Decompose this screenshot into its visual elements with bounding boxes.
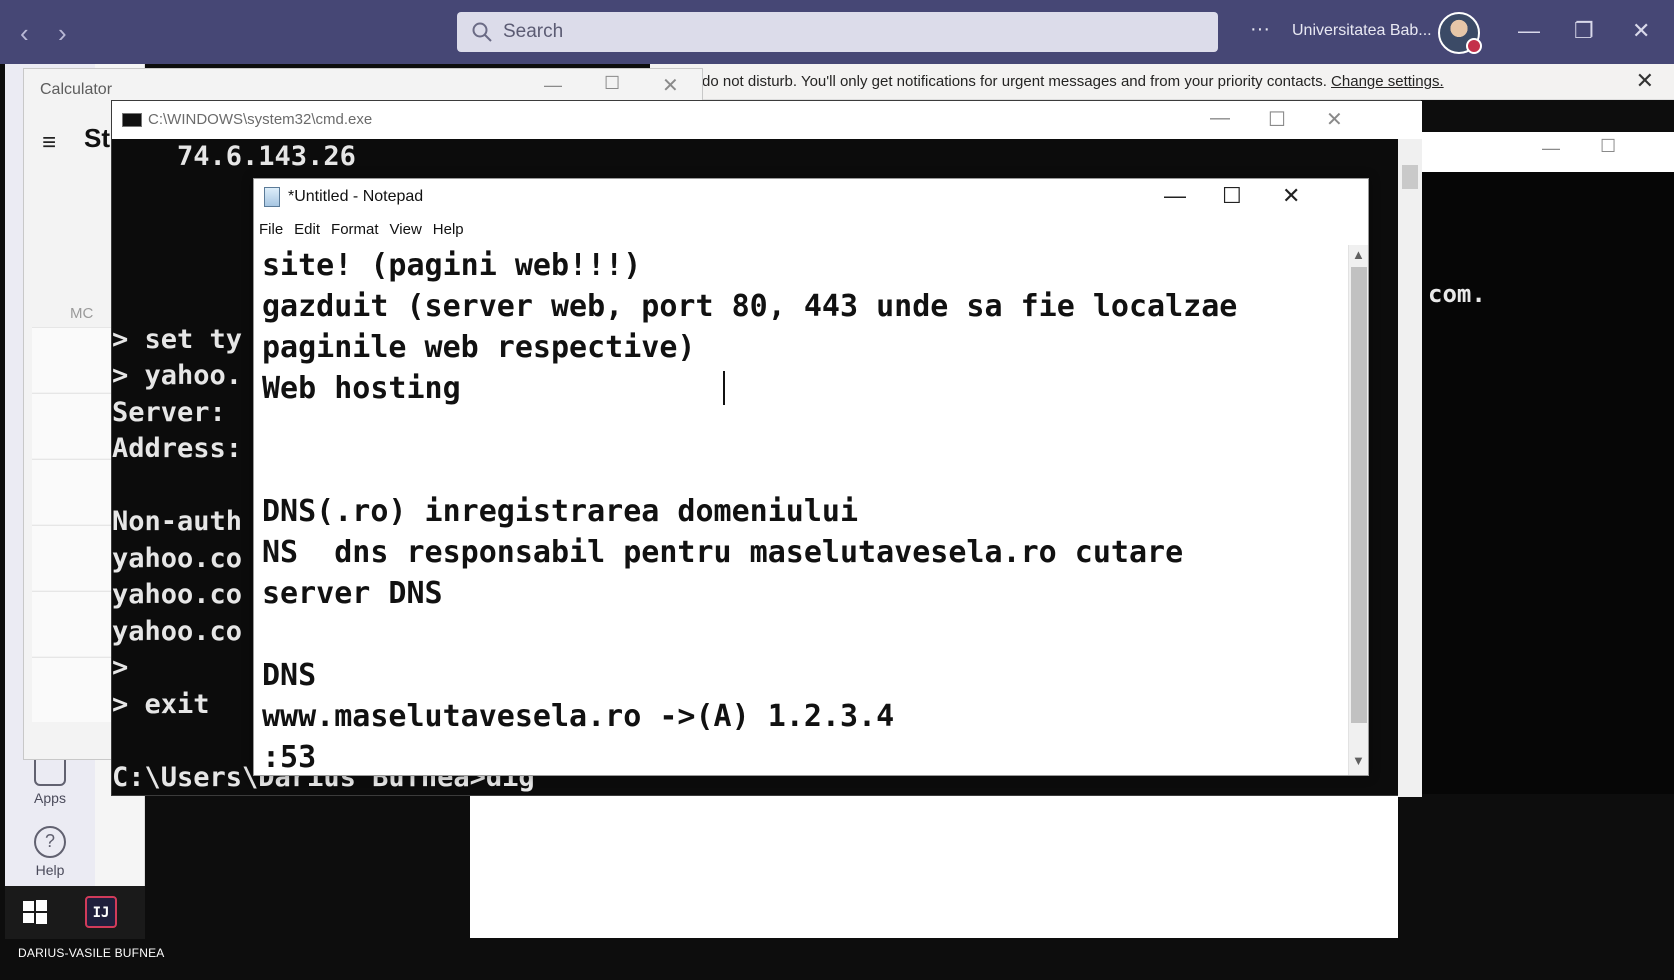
- help-icon: ?: [34, 826, 66, 858]
- maximize-icon[interactable]: ☐: [604, 73, 620, 94]
- menu-help[interactable]: Help: [428, 215, 470, 238]
- cmd-title: C:\WINDOWS\system32\cmd.exe: [148, 111, 373, 128]
- dnd-notification-banner: do not disturb. You'll only get notifica…: [650, 64, 1674, 100]
- search-icon: [472, 22, 492, 42]
- intellij-icon[interactable]: IJ: [85, 896, 117, 928]
- scroll-up-icon[interactable]: ▲: [1352, 247, 1365, 262]
- background-terminal: com. t t t: [1372, 132, 1674, 794]
- scrollbar-thumb[interactable]: [1402, 165, 1418, 189]
- more-options-icon[interactable]: ···: [1250, 18, 1270, 41]
- change-settings-link[interactable]: Change settings.: [1331, 73, 1444, 90]
- search-input[interactable]: Search: [457, 12, 1218, 52]
- search-placeholder: Search: [503, 21, 564, 42]
- maximize-icon[interactable]: ☐: [1600, 136, 1616, 157]
- rail-item-label: Apps: [34, 790, 66, 806]
- scrollbar-thumb[interactable]: [1351, 267, 1367, 723]
- rail-item-apps[interactable]: Apps: [5, 754, 95, 806]
- close-icon[interactable]: ✕: [1326, 107, 1343, 132]
- background-document: [470, 792, 1398, 938]
- menu-file[interactable]: File: [254, 215, 289, 238]
- cmd-icon: [122, 113, 142, 127]
- minimize-icon[interactable]: —: [1164, 183, 1186, 209]
- organization-name[interactable]: Universitatea Bab...: [1292, 22, 1432, 40]
- close-icon[interactable]: ✕: [662, 73, 679, 98]
- presence-dnd-icon: [1466, 38, 1482, 54]
- avatar[interactable]: [1438, 12, 1482, 54]
- rail-item-label: Help: [35, 862, 65, 878]
- menu-format[interactable]: Format: [326, 215, 385, 238]
- memory-clear-button[interactable]: MC: [70, 305, 93, 322]
- background-window-title: — ☐: [1420, 132, 1674, 172]
- close-icon[interactable]: ✕: [1632, 18, 1650, 44]
- windows-start-icon[interactable]: [23, 900, 47, 924]
- teams-title-bar: ‹ › Search ··· Universitatea Bab... — ❐ …: [0, 0, 1674, 64]
- notepad-title: *Untitled - Notepad: [288, 188, 424, 205]
- notepad-window: *Untitled - Notepad — ☐ ✕ File Edit Format…: [253, 178, 1369, 776]
- maximize-icon[interactable]: ☐: [1268, 107, 1286, 132]
- text-caret: [723, 371, 725, 405]
- menu-icon[interactable]: ≡: [42, 129, 56, 157]
- menu-edit[interactable]: Edit: [289, 215, 326, 238]
- terminal-fragment: com.: [1428, 280, 1486, 308]
- close-icon[interactable]: ✕: [1636, 68, 1654, 94]
- calculator-mode: St: [84, 123, 110, 153]
- calculator-title: Calculator: [40, 81, 113, 98]
- close-icon[interactable]: ✕: [1282, 183, 1300, 209]
- minimize-icon[interactable]: —: [1210, 107, 1230, 130]
- cmd-scrollbar[interactable]: [1398, 139, 1422, 797]
- forward-arrow-icon[interactable]: ›: [58, 18, 67, 49]
- back-arrow-icon[interactable]: ‹: [20, 18, 29, 49]
- minimize-icon[interactable]: —: [1518, 18, 1540, 44]
- notepad-icon: [264, 187, 280, 207]
- notepad-title-bar: *Untitled - Notepad — ☐ ✕: [254, 179, 1368, 215]
- scroll-down-icon[interactable]: ▼: [1352, 753, 1365, 768]
- dnd-message: do not disturb. You'll only get notifica…: [702, 73, 1327, 90]
- taskbar: IJ: [5, 886, 145, 939]
- presenter-name: DARIUS-VASILE BUFNEA: [18, 946, 165, 960]
- notepad-scrollbar[interactable]: ▲ ▼: [1348, 245, 1368, 775]
- notepad-menu-bar: File Edit Format View Help: [254, 215, 1368, 245]
- minimize-icon[interactable]: —: [544, 75, 562, 96]
- cmd-title-bar: C:\WINDOWS\system32\cmd.exe — ☐ ✕: [112, 101, 1422, 139]
- restore-icon[interactable]: ❐: [1574, 18, 1594, 44]
- minimize-icon[interactable]: —: [1542, 138, 1560, 159]
- maximize-icon[interactable]: ☐: [1222, 183, 1242, 209]
- menu-view[interactable]: View: [385, 215, 428, 238]
- rail-item-help[interactable]: ? Help: [5, 826, 95, 878]
- notepad-text-area[interactable]: site! (pagini web!!!) gazduit (server we…: [262, 245, 1342, 775]
